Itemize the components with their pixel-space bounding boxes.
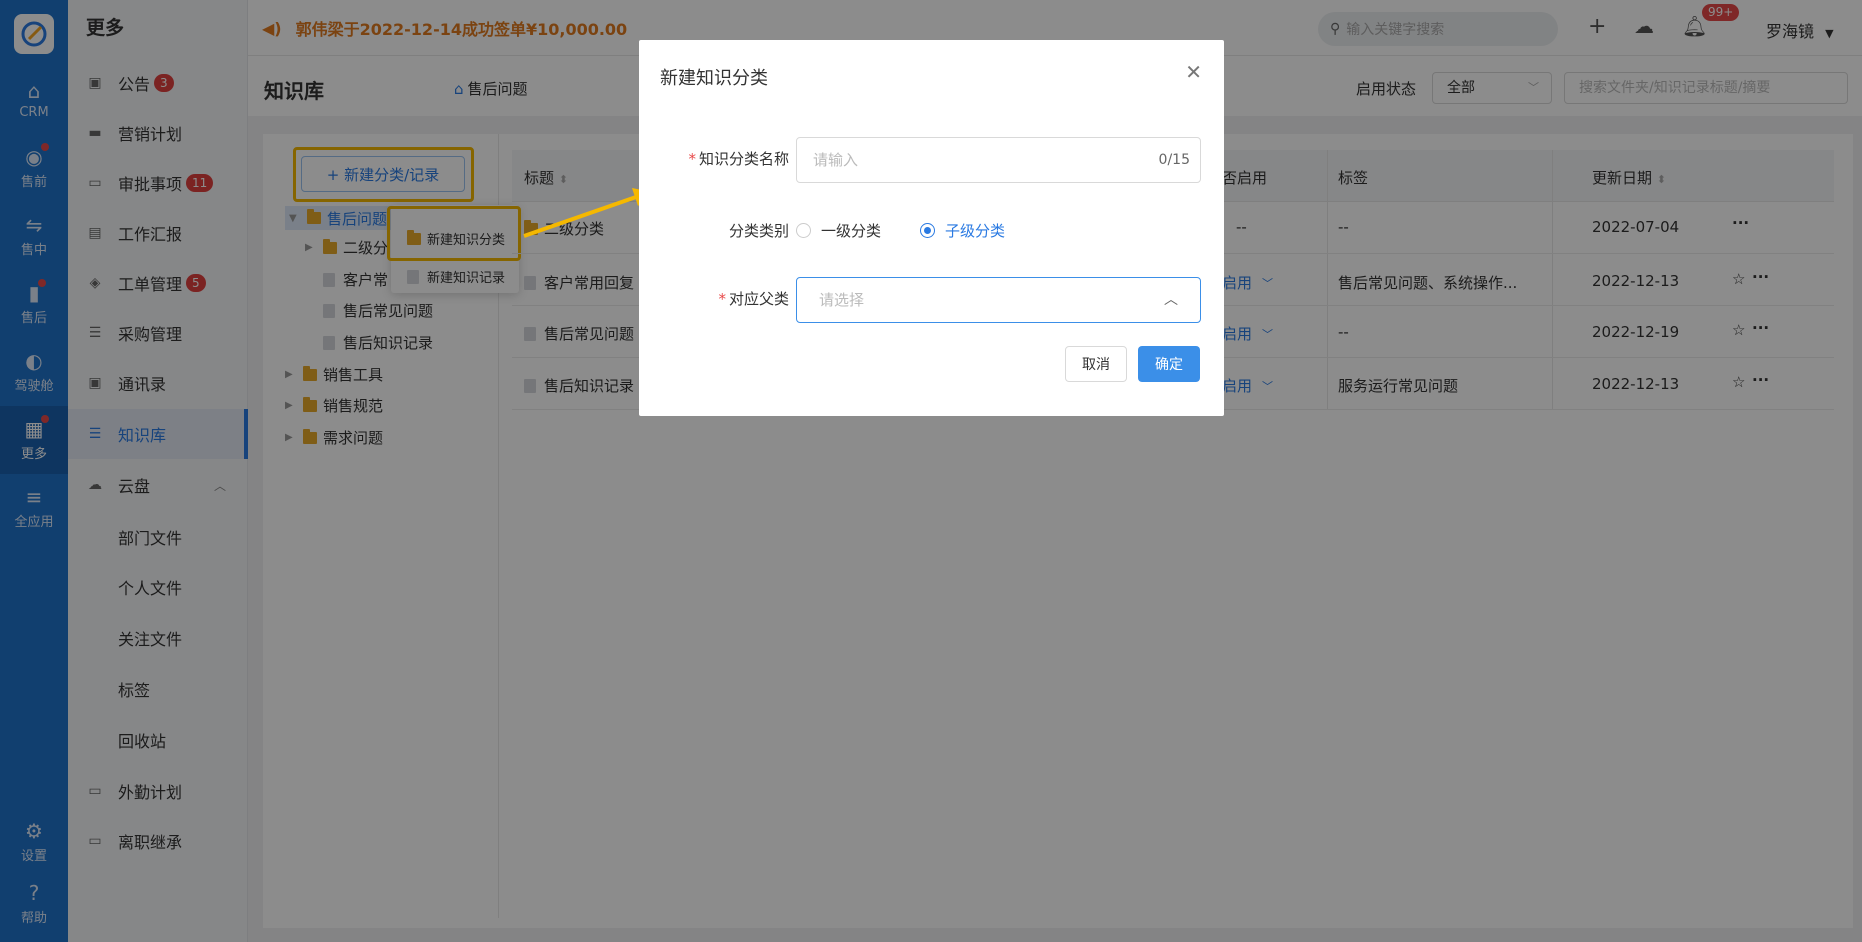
type-label: 分类类别	[728, 222, 789, 240]
confirm-button[interactable]: 确定	[1138, 346, 1200, 382]
chevron-up-icon: ︿	[1164, 292, 1178, 308]
parent-label: * 对应父类	[718, 290, 789, 308]
dialog-title: 新建知识分类	[660, 68, 768, 89]
parent-category-select[interactable]: 请选择 ︿	[796, 277, 1201, 323]
radio-sublevel[interactable]: 子级分类	[920, 220, 1005, 241]
category-name-input[interactable]: 请输入 0/15	[796, 137, 1201, 183]
new-category-dialog: 新建知识分类 ✕ * 知识分类名称 请输入 0/15 分类类别 一级分类 子级分类 …	[639, 40, 1224, 416]
cancel-button[interactable]: 取消	[1065, 346, 1127, 382]
radio-checked-icon	[920, 223, 935, 238]
char-counter: 0/15	[1158, 152, 1190, 168]
radio-icon	[796, 223, 811, 238]
close-icon[interactable]: ✕	[1185, 60, 1202, 84]
name-label: * 知识分类名称	[688, 150, 789, 168]
radio-level1[interactable]: 一级分类	[796, 220, 881, 241]
